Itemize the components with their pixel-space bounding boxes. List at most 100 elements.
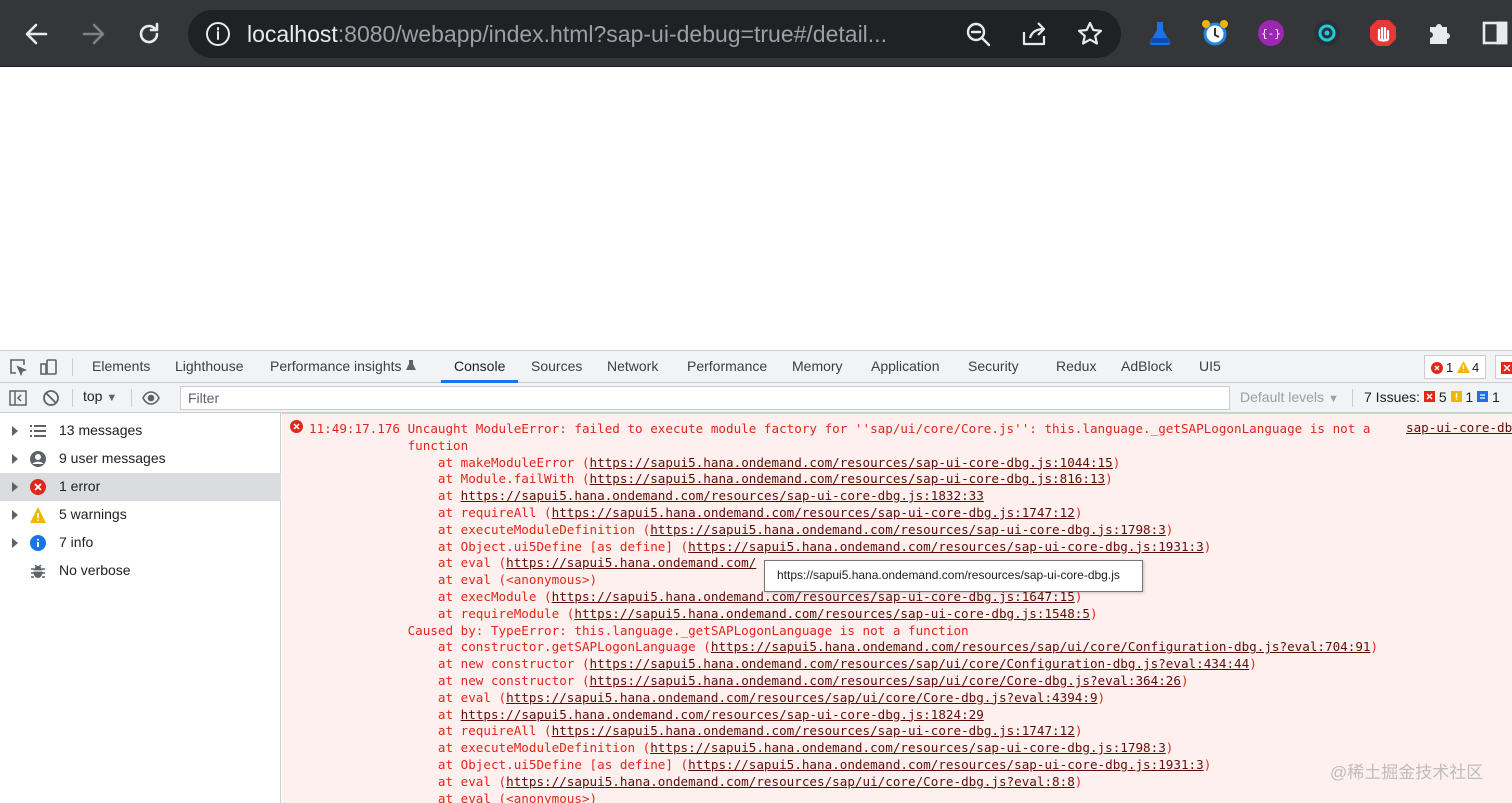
sidebar-item-verbose[interactable]: No verbose [0,557,281,585]
stack-trace-link[interactable]: https://sapui5.hana.ondemand.com/resourc… [552,723,1075,738]
console-line-suffix: ) [1105,471,1113,487]
sidebar-item-warnings[interactable]: 5 warnings [0,501,281,529]
stack-trace-link[interactable]: https://sapui5.hana.ondemand.com/resourc… [461,488,984,503]
sidebar-item-label: 5 warnings [59,506,127,522]
clear-console-icon[interactable] [42,389,60,407]
tab-adblock[interactable]: AdBlock [1121,351,1172,383]
expand-arrow-icon[interactable] [12,454,18,464]
tab-elements[interactable]: Elements [92,351,150,383]
tab-memory[interactable]: Memory [792,351,843,383]
console-line-suffix: ) [1112,454,1121,470]
stack-trace-link[interactable]: https://sapui5.hana.ondemand.com/resourc… [590,673,1181,688]
code-extension-icon[interactable]: {-} [1256,18,1286,48]
arrow-right-icon [82,23,105,45]
expand-arrow-icon[interactable] [12,482,18,492]
expand-arrow-icon[interactable] [12,510,18,520]
stack-trace-link[interactable]: https://sapui5.hana.ondemand.com/resourc… [650,522,1166,537]
log-levels-select[interactable]: Default levels ▼ [1240,389,1339,405]
console-line: 11:49:17.176 Uncaught ModuleError: faile… [309,420,1371,437]
tab-network[interactable]: Network [607,351,658,383]
stack-trace-link[interactable]: https://sapui5.hana.ondemand.com/resourc… [461,707,984,722]
toolbar-separator [1352,389,1353,407]
close-devtools-button[interactable] [1495,355,1512,379]
address-bar[interactable]: localhost:8080/webapp/index.html?sap-ui-… [188,10,1121,58]
device-toolbar-icon[interactable] [40,358,58,376]
stack-trace-link[interactable]: https://sapui5.hana.ondemand.com/ [506,555,756,570]
sidebar-item-label: 9 user messages [59,450,166,466]
info-icon[interactable] [205,21,231,47]
stack-trace-link[interactable]: https://sapui5.hana.ondemand.com/resourc… [650,740,1166,755]
console-line: at constructor.getSAPLogonLanguage (http… [309,638,1378,655]
puzzle-icon[interactable] [1424,18,1454,48]
console-line-text: at eval (<anonymous>) [309,572,598,588]
tab-ui5[interactable]: UI5 [1199,351,1221,383]
source-link[interactable]: sap-ui-core-dbg.js [1406,420,1512,435]
tab-console[interactable]: Console [454,351,505,383]
zoom-icon[interactable] [964,20,992,48]
side-panel-icon[interactable] [1480,18,1510,48]
console-counts-badge[interactable]: 1 4 [1424,355,1486,379]
info-icon [1477,391,1489,402]
console-line: at https://sapui5.hana.ondemand.com/reso… [309,706,984,723]
sidebar-item-user-messages[interactable]: 9 user messages [0,445,281,473]
tab-performance-insights-label: Performance insights [270,358,402,374]
stack-trace-link[interactable]: https://sapui5.hana.ondemand.com/resourc… [711,639,1371,654]
tab-sources[interactable]: Sources [531,351,582,383]
stack-trace-link[interactable]: https://sapui5.hana.ondemand.com/resourc… [574,606,1090,621]
tab-performance-insights[interactable]: Performance insights [270,351,417,383]
eye-extension-icon[interactable] [1312,18,1342,48]
filter-input[interactable]: Filter [180,386,1230,410]
share-icon[interactable] [1020,20,1048,48]
sidebar-item-label: 1 error [59,478,101,494]
context-select[interactable]: top ▼ [83,388,117,404]
console-sidebar: 13 messages 9 user messages 1 error 5 wa… [0,413,281,803]
tab-lighthouse[interactable]: Lighthouse [175,351,244,383]
console-line-text: at makeModuleError ( [309,454,590,470]
url-text[interactable]: localhost:8080/webapp/index.html?sap-ui-… [247,20,947,48]
stack-trace-link[interactable]: https://sapui5.hana.ondemand.com/resourc… [552,505,1075,520]
badge-error-count: 1 [1446,360,1454,375]
alarm-clock-extension-icon[interactable] [1200,18,1230,48]
console-line-text: at execModule ( [309,589,552,604]
sidebar-item-messages[interactable]: 13 messages [0,417,281,445]
stack-trace-link[interactable]: https://sapui5.hana.ondemand.com/resourc… [590,455,1113,470]
toolbar-separator [131,389,132,407]
star-icon[interactable] [1076,20,1104,48]
console-line-text: at [309,706,461,722]
issues-error-count: 5 [1438,389,1447,405]
expand-arrow-icon[interactable] [12,538,18,548]
tab-redux[interactable]: Redux [1056,351,1096,383]
error-icon [290,420,303,433]
stack-trace-link[interactable]: https://sapui5.hana.ondemand.com/resourc… [506,774,1075,789]
back-button[interactable] [17,14,57,54]
warning-icon [1457,361,1470,373]
console-line-text: at eval ( [309,555,507,571]
caret-down-icon: ▼ [106,392,118,404]
tab-application[interactable]: Application [871,351,940,383]
expand-arrow-icon[interactable] [12,426,18,436]
warning-icon [30,507,46,523]
tab-security[interactable]: Security [968,351,1019,383]
potion-extension-icon[interactable] [1145,18,1175,48]
toolbar-separator [72,389,73,407]
inspect-element-icon[interactable] [9,358,27,376]
sidebar-toggle-icon[interactable] [9,389,27,407]
stack-trace-link[interactable]: https://sapui5.hana.ondemand.com/resourc… [590,471,1106,486]
stack-trace-link[interactable]: https://sapui5.hana.ondemand.com/resourc… [506,690,1097,705]
adblock-extension-icon[interactable] [1368,18,1398,48]
stack-trace-link[interactable]: https://sapui5.hana.ondemand.com/resourc… [688,757,1204,772]
issues-button[interactable]: 7 Issues: 5 1 1 [1364,389,1500,405]
eye-icon[interactable] [142,389,160,407]
stack-trace-link[interactable]: https://sapui5.hana.ondemand.com/resourc… [590,656,1250,671]
reload-button[interactable] [129,14,169,54]
console-line: at Object.ui5Define [as define] (https:/… [309,756,1211,773]
sidebar-item-errors[interactable]: 1 error [0,473,281,501]
forward-button[interactable] [73,14,113,54]
reload-icon [139,22,159,44]
stack-trace-link[interactable]: https://sapui5.hana.ondemand.com/resourc… [688,539,1204,554]
console-line: at new constructor (https://sapui5.hana.… [309,672,1189,689]
sidebar-item-info[interactable]: 7 info [0,529,281,557]
console-line: at eval (<anonymous>) [309,571,597,588]
tab-performance[interactable]: Performance [687,351,767,383]
console-line-suffix: ) [1203,538,1212,554]
